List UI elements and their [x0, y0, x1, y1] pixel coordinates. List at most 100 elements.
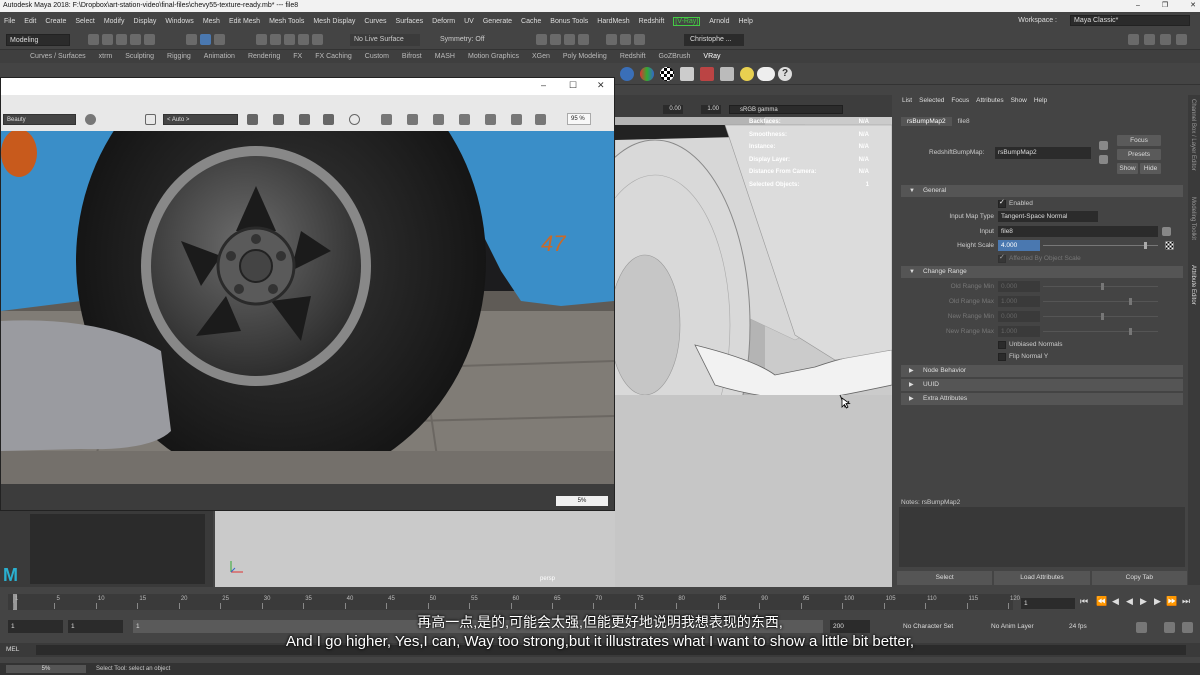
unbiased-normals-checkbox[interactable] [998, 341, 1006, 349]
menu-edit-mesh[interactable]: Edit Mesh [229, 18, 260, 25]
old-range-min-field[interactable]: 0.000 [998, 281, 1040, 292]
stop-ipr-icon[interactable] [634, 34, 645, 45]
menu-select[interactable]: Select [75, 18, 94, 25]
user-account-dropdown[interactable]: Christophe ... [684, 34, 744, 46]
render-image[interactable]: 47 [1, 131, 614, 484]
shelf-tab-bifrost[interactable]: Bifrost [402, 50, 422, 63]
focus-icon[interactable] [381, 114, 392, 125]
input-field[interactable]: file8 [998, 226, 1158, 237]
step-forward-frame-icon[interactable]: ▶ [1154, 596, 1161, 607]
vray-help-icon[interactable]: ? [778, 67, 792, 81]
node-name-field[interactable]: rsBumpMap2 [995, 147, 1091, 159]
vray-checker-icon[interactable] [660, 67, 674, 81]
menuset-dropdown[interactable]: Modeling [6, 34, 70, 46]
snapshot-icon[interactable] [535, 114, 546, 125]
shelf-tab-xgen[interactable]: XGen [532, 50, 550, 63]
crosshair-icon[interactable] [433, 114, 444, 125]
presets-button[interactable]: Presets [1117, 149, 1161, 160]
zoom-field[interactable]: 95 % [567, 113, 591, 125]
focus-button[interactable]: Focus [1117, 135, 1161, 146]
new-range-max-handle[interactable] [1129, 328, 1133, 335]
rv-maximize-icon[interactable]: ☐ [569, 80, 577, 91]
section-general[interactable]: ▼ General [901, 185, 1183, 197]
hide-button[interactable]: Hide [1140, 163, 1161, 174]
menu-deform[interactable]: Deform [432, 18, 455, 25]
render-settings-icon[interactable] [564, 34, 575, 45]
new-range-min-field[interactable]: 0.000 [998, 311, 1040, 322]
load-attributes-button[interactable]: Load Attributes [994, 571, 1090, 585]
open-scene-icon[interactable] [102, 34, 113, 45]
affected-scale-checkbox[interactable] [998, 253, 1006, 263]
menu-uv[interactable]: UV [464, 18, 474, 25]
go-output-icon[interactable] [1099, 155, 1108, 164]
menu-mesh-tools[interactable]: Mesh Tools [269, 18, 304, 25]
shelf-tab-mash[interactable]: MASH [435, 50, 455, 63]
video-camera-icon[interactable] [273, 114, 284, 125]
attribute-editor-icon[interactable] [1144, 34, 1155, 45]
map-input-icon[interactable] [1162, 227, 1171, 236]
menu-modify[interactable]: Modify [104, 18, 125, 25]
menu-redshift[interactable]: Redshift [639, 18, 665, 25]
show-button[interactable]: Show [1117, 163, 1138, 174]
undo-icon[interactable] [130, 34, 141, 45]
workspace-dropdown[interactable]: Maya Classic* [1070, 15, 1190, 26]
exposure-field[interactable]: 0.00 [663, 105, 683, 114]
shelf-tab-vray[interactable]: VRay [703, 50, 720, 63]
attr-menu-show[interactable]: Show [1011, 95, 1027, 107]
menu-bonus-tools[interactable]: Bonus Tools [550, 18, 588, 25]
snap-point-icon[interactable] [284, 34, 295, 45]
menu-file[interactable]: File [4, 18, 15, 25]
new-range-max-field[interactable]: 1.000 [998, 326, 1040, 337]
attr-menu-selected[interactable]: Selected [919, 95, 944, 107]
section-change-range[interactable]: ▼ Change Range [901, 266, 1183, 278]
section-node-behavior[interactable]: ▶ Node Behavior [901, 365, 1183, 377]
input-map-type-dropdown[interactable]: Tangent-Space Normal [998, 211, 1098, 222]
old-range-max-handle[interactable] [1129, 298, 1133, 305]
menu-mesh-display[interactable]: Mesh Display [313, 18, 355, 25]
side-tab-modeling-toolkit[interactable]: Modeling Toolkit [1190, 197, 1196, 240]
minimize-icon[interactable]: – [1136, 0, 1140, 12]
enabled-checkbox[interactable] [998, 198, 1006, 208]
go-input-icon[interactable] [1099, 141, 1108, 150]
rv-close-icon[interactable]: ✕ [597, 80, 605, 91]
hypershade-icon[interactable] [578, 34, 589, 45]
side-tab-attribute-editor[interactable]: Attribute Editor [1190, 265, 1196, 305]
redo-icon[interactable] [144, 34, 155, 45]
menu-curves[interactable]: Curves [364, 18, 386, 25]
menu-mesh[interactable]: Mesh [203, 18, 220, 25]
shelf-tab-animation[interactable]: Animation [204, 50, 235, 63]
vray-sphere-icon[interactable] [620, 67, 634, 81]
attr-menu-attributes[interactable]: Attributes [976, 95, 1003, 107]
redshift-ipr-icon[interactable] [606, 34, 617, 45]
play-backward-icon[interactable]: ◀ [1126, 596, 1133, 607]
shelf-tab-custom[interactable]: Custom [365, 50, 389, 63]
shelf-tab-sculpting[interactable]: Sculpting [125, 50, 154, 63]
flip-normal-y-checkbox[interactable] [998, 353, 1006, 361]
tab-file8[interactable]: file8 [952, 117, 976, 126]
gamma-field[interactable]: 1.00 [701, 105, 721, 114]
menu-vray[interactable]: [V-Ray] [673, 16, 701, 26]
new-scene-icon[interactable] [88, 34, 99, 45]
attr-menu-help[interactable]: Help [1034, 95, 1047, 107]
shelf-tab-curves[interactable]: Curves / Surfaces [30, 50, 86, 63]
new-range-max-slider[interactable] [1043, 331, 1158, 332]
close-icon[interactable]: ✕ [1190, 0, 1196, 12]
menu-create[interactable]: Create [45, 18, 66, 25]
circle-icon[interactable] [349, 114, 360, 125]
time-slider-track[interactable]: 1 5 10 15 20 25 30 35 40 45 50 55 60 65 70 75 80 85 90 95 10… [8, 594, 1020, 610]
shelf-tab-fx-caching[interactable]: FX Caching [315, 50, 352, 63]
select-button[interactable]: Select [897, 571, 993, 585]
new-range-min-handle[interactable] [1100, 313, 1104, 320]
menu-edit[interactable]: Edit [24, 18, 36, 25]
current-frame-field[interactable]: 1 [1021, 598, 1075, 609]
shelf-tab-rigging[interactable]: Rigging [167, 50, 191, 63]
maximize-icon[interactable]: ❐ [1162, 0, 1168, 12]
grid-icon[interactable] [299, 114, 310, 125]
lasso-tool-icon[interactable] [200, 34, 211, 45]
copy-tab-button[interactable]: Copy Tab [1091, 571, 1187, 585]
tab-rsbumpmap2[interactable]: rsBumpMap2 [901, 117, 952, 126]
shelf-tab-motion-graphics[interactable]: Motion Graphics [468, 50, 519, 63]
rv-minimize-icon[interactable]: – [541, 80, 546, 90]
modeling-toolkit-icon[interactable] [1128, 34, 1139, 45]
step-back-key-icon[interactable]: ⏪ [1096, 596, 1107, 607]
